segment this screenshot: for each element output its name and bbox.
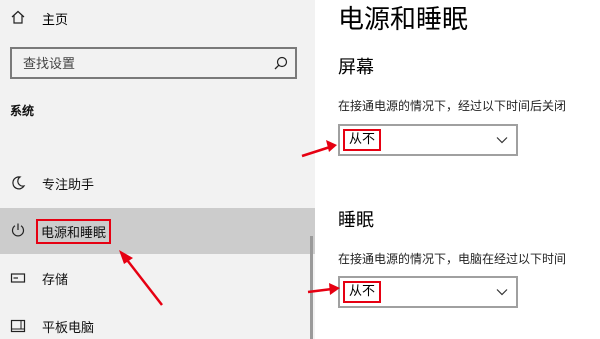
sleep-timeout-dropdown[interactable]: 从不: [338, 276, 518, 308]
section-label-system: 系统: [10, 104, 35, 118]
screen-description: 在接通电源的情况下，经过以下时间后关闭: [338, 99, 567, 113]
sidebar-item-power-sleep[interactable]: 电源和睡眠: [0, 208, 315, 254]
search-icon[interactable]: [274, 56, 288, 70]
sleep-heading: 睡眠: [338, 210, 374, 231]
sidebar-item-label: 平板电脑: [42, 321, 95, 336]
chevron-down-icon: [496, 137, 508, 144]
sidebar-item-label: 电源和睡眠: [36, 219, 112, 244]
chevron-down-icon: [496, 289, 508, 296]
sidebar: 主页 系统 专注助手 电源和睡眠: [0, 0, 315, 339]
power-icon: [11, 223, 25, 237]
page-title: 电源和睡眠: [338, 5, 469, 35]
sidebar-item-focus-assist[interactable]: 专注助手: [0, 161, 315, 207]
screen-timeout-value: 从不: [343, 129, 382, 151]
sidebar-item-tablet[interactable]: 平板电脑: [0, 304, 315, 339]
home-label: 主页: [42, 13, 69, 28]
home-icon: [11, 10, 25, 24]
settings-window: 主页 系统 专注助手 电源和睡眠: [0, 0, 600, 339]
storage-icon: [10, 273, 26, 283]
sleep-timeout-value: 从不: [343, 281, 382, 303]
search-input[interactable]: [23, 55, 263, 73]
sidebar-item-storage[interactable]: 存储: [0, 256, 315, 302]
screen-timeout-dropdown[interactable]: 从不: [338, 124, 518, 156]
sleep-description: 在接通电源的情况下，电脑在经过以下时间: [338, 252, 567, 266]
tablet-icon: [10, 319, 26, 333]
sidebar-item-home[interactable]: 主页: [0, 0, 315, 36]
sidebar-scrollbar[interactable]: [310, 236, 313, 339]
search-box[interactable]: [10, 47, 297, 79]
sidebar-item-label: 存储: [42, 273, 69, 288]
main-content: 电源和睡眠 屏幕 在接通电源的情况下，经过以下时间后关闭 从不 睡眠 在接通电源…: [315, 0, 600, 339]
screen-heading: 屏幕: [338, 57, 374, 78]
sidebar-item-label: 专注助手: [42, 178, 95, 193]
moon-icon: [12, 176, 26, 190]
